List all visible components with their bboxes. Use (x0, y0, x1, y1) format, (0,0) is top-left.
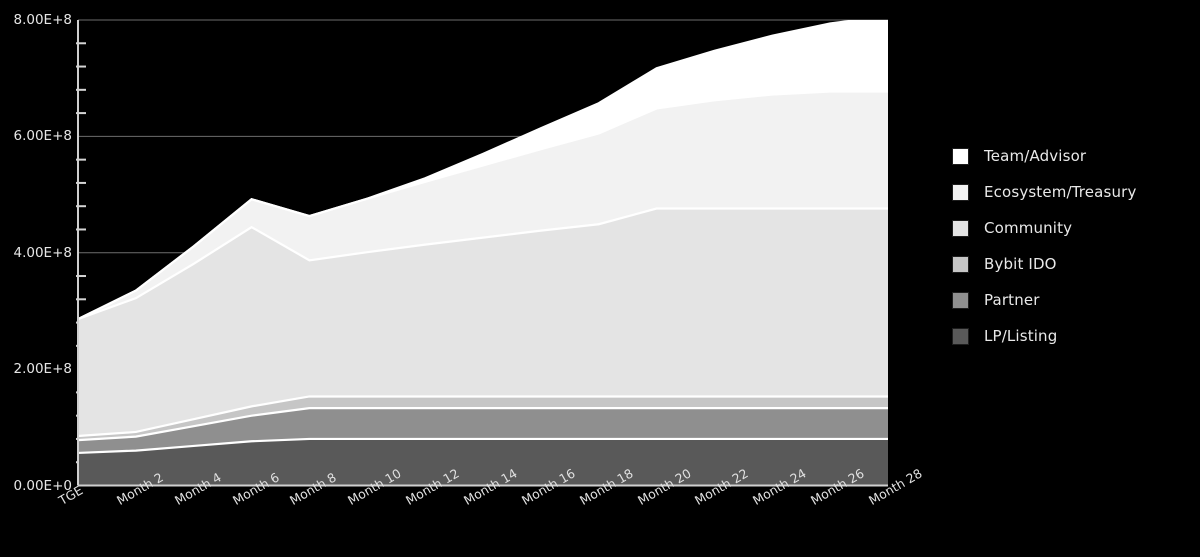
x-axis-tick-label: Month 24 (750, 465, 809, 508)
legend-label: Community (984, 219, 1073, 237)
legend-item[interactable]: Ecosystem/Treasury (952, 174, 1136, 210)
chart-legend: Team/Advisor Ecosystem/Treasury Community B… (952, 138, 1136, 354)
legend-label: Bybit IDO (984, 255, 1057, 273)
legend-swatch-icon (952, 255, 969, 273)
x-axis-tick-label: Month 2 (113, 469, 166, 508)
x-axis-tick-label: TGE (56, 482, 86, 508)
x-axis-tick-label: Month 20 (634, 465, 694, 508)
legend-item[interactable]: Community (952, 210, 1136, 246)
legend-item[interactable]: Team/Advisor (952, 138, 1136, 174)
x-axis-tick-label: Month 8 (287, 469, 340, 508)
x-axis-tick-label: Month 10 (345, 465, 404, 508)
legend-label: Team/Advisor (984, 147, 1087, 165)
legend-item[interactable]: Partner (952, 282, 1136, 318)
legend-swatch-icon (952, 183, 969, 201)
x-axis-tick-label: Month 16 (518, 465, 578, 508)
x-axis-tick-label: Month 4 (171, 469, 224, 508)
x-axis-tick-label: Month 22 (692, 465, 752, 508)
x-axis-tick-label: Month 18 (576, 465, 636, 508)
legend-label: LP/Listing (984, 327, 1058, 345)
x-axis-tick-label: Month 28 (866, 465, 925, 508)
legend-item[interactable]: LP/Listing (952, 318, 1136, 354)
legend-label: Partner (984, 291, 1040, 309)
legend-swatch-icon (952, 327, 969, 345)
legend-item[interactable]: Bybit IDO (952, 246, 1136, 282)
legend-swatch-icon (952, 291, 969, 309)
legend-swatch-icon (952, 147, 969, 165)
x-axis-tick-label: Month 14 (461, 465, 520, 508)
chart-root: 0.00E+0 2.00E+8 4.00E+8 6.00E+8 8.00E+8 TGE M… (0, 0, 1200, 557)
legend-swatch-icon (952, 219, 969, 237)
legend-label: Ecosystem/Treasury (984, 183, 1137, 201)
x-axis-tick-label: Month 6 (229, 469, 282, 508)
x-axis-tick-label: Month 12 (403, 465, 462, 508)
x-axis-tick-label: Month 26 (808, 465, 867, 508)
